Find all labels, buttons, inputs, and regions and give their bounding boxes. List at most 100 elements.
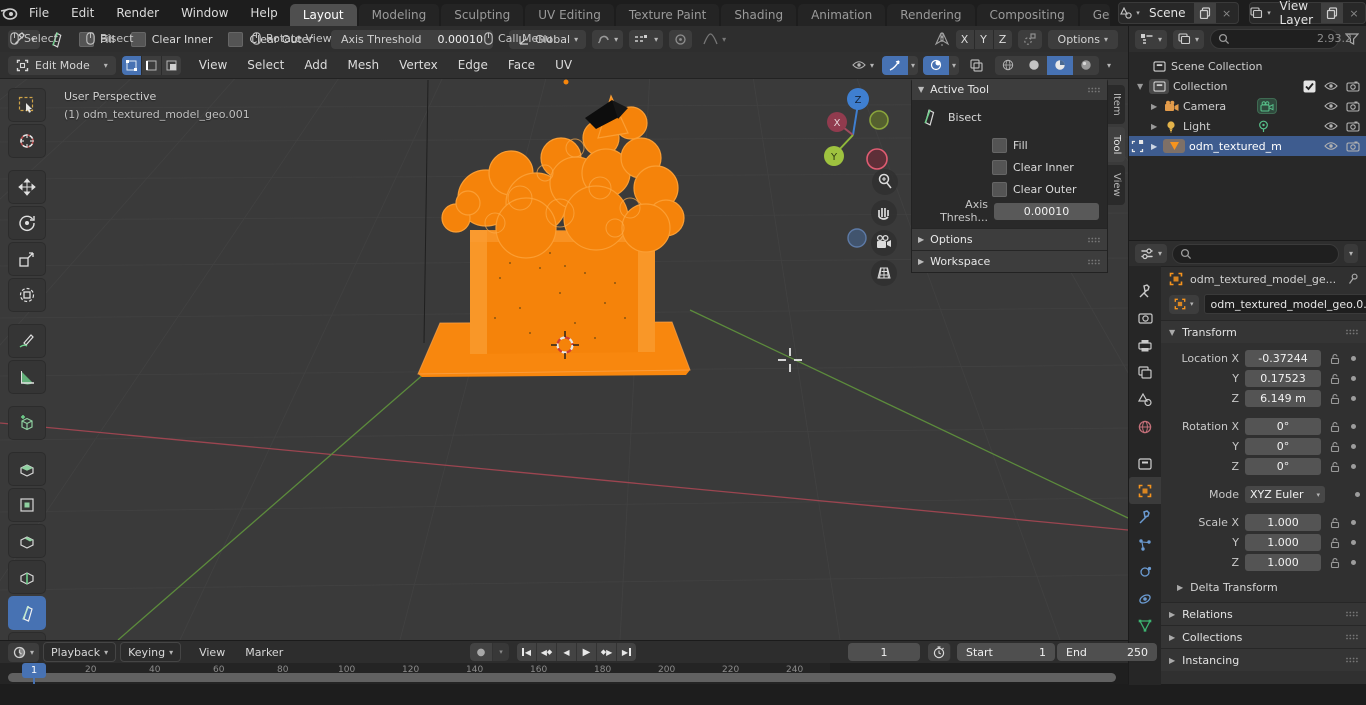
animate-dot[interactable] (1351, 356, 1356, 361)
animate-dot[interactable] (1351, 396, 1356, 401)
menu-render[interactable]: Render (105, 0, 170, 26)
view-layer-name[interactable]: View Layer (1272, 0, 1321, 27)
viewport-menu-face[interactable]: Face (498, 58, 545, 72)
viewport-menu-select[interactable]: Select (237, 58, 294, 72)
sidebar-tab-item[interactable]: Item (1108, 85, 1125, 124)
vertex-select-mode-button[interactable] (122, 56, 142, 75)
animate-dot[interactable] (1351, 520, 1356, 525)
menu-window[interactable]: Window (170, 0, 239, 26)
workspace-tab-sculpting[interactable]: Sculpting (441, 4, 523, 26)
blender-logo-icon[interactable] (0, 5, 18, 21)
gizmo-neg-x-ball[interactable] (867, 149, 887, 169)
timeline-scrollbar[interactable] (8, 673, 1116, 682)
view-layer-new-icon[interactable] (1321, 3, 1343, 23)
axis-threshold-field[interactable]: Axis Threshold 0.00010 (331, 30, 493, 49)
tab-particles[interactable] (1129, 531, 1161, 558)
frame-start-field[interactable]: Start 1 (957, 643, 1055, 661)
snap-settings-dropdown[interactable]: ▾ (629, 30, 663, 49)
shading-rendered-button[interactable] (1073, 56, 1099, 75)
frame-end-field[interactable]: End 250 (1057, 643, 1157, 661)
tab-object[interactable] (1129, 477, 1161, 504)
object-visibility-dropdown[interactable]: ▾ (849, 56, 877, 75)
outliner-label[interactable]: Light (1183, 120, 1210, 133)
scene-new-icon[interactable] (1194, 3, 1216, 23)
rotation-mode-dropdown[interactable]: XYZ Euler▾ (1245, 486, 1325, 503)
checkbox-icon[interactable] (1303, 80, 1316, 93)
tool-transform[interactable] (8, 278, 46, 312)
timeline-ruler[interactable]: 20 40 60 80 100 120 140 160 180 200 220 … (0, 663, 1128, 684)
outliner-filter-image-dropdown[interactable]: ▾ (1173, 30, 1204, 49)
outliner-label[interactable]: Camera (1183, 100, 1226, 113)
jump-to-end-button[interactable]: ▶ (617, 643, 636, 661)
animate-dot[interactable] (1351, 560, 1356, 565)
tool-annotate[interactable] (8, 324, 46, 358)
lock-icon[interactable] (1327, 517, 1343, 529)
edge-select-mode-button[interactable] (142, 56, 162, 75)
axis-thresh-field[interactable]: 0.00010 (994, 203, 1099, 220)
tab-modifiers[interactable] (1129, 504, 1161, 531)
tool-scale[interactable] (8, 242, 46, 276)
panel-grip-icon[interactable] (1087, 259, 1101, 265)
delta-transform-row[interactable]: ▶ Delta Transform (1161, 578, 1366, 597)
shading-dropdown[interactable]: ▾ (1104, 56, 1114, 75)
next-keyframe-button[interactable]: ◆▶ (597, 643, 617, 661)
disclosure-triangle-icon[interactable]: ▼ (1137, 82, 1149, 91)
animate-dot[interactable] (1351, 464, 1356, 469)
menu-help[interactable]: Help (239, 0, 288, 26)
render-visibility-icon[interactable] (1346, 101, 1360, 112)
outliner-display-mode-dropdown[interactable]: ▾ (1135, 30, 1167, 49)
scene-unlink-icon[interactable]: × (1216, 3, 1238, 23)
tool-cursor[interactable] (8, 124, 46, 158)
mode-dropdown[interactable]: Edit Mode ▾ (8, 56, 116, 75)
timeline-menu-marker[interactable]: Marker (235, 646, 293, 659)
tab-view-layer[interactable] (1129, 359, 1161, 386)
shading-solid-button[interactable] (1021, 56, 1047, 75)
active-tool-panel-header[interactable]: ▼ Active Tool (912, 79, 1107, 100)
tool-loop-cut[interactable] (8, 560, 46, 594)
clear-inner-checkbox[interactable]: Clear Inner (131, 32, 213, 47)
tab-scene[interactable] (1129, 386, 1161, 413)
lock-icon[interactable] (1327, 353, 1343, 365)
render-visibility-icon[interactable] (1346, 121, 1360, 132)
options-dropdown[interactable]: Options▾ (1048, 30, 1118, 49)
view-layer-selector[interactable]: ▾ View Layer × (1249, 2, 1366, 24)
tab-collection[interactable] (1129, 450, 1161, 477)
show-gizmos-toggle[interactable] (882, 56, 908, 75)
tab-output[interactable] (1129, 332, 1161, 359)
rotation-y-field[interactable]: 0° (1245, 438, 1321, 455)
view-layer-remove-icon[interactable]: × (1343, 3, 1365, 23)
disclosure-triangle-icon[interactable]: ▶ (1151, 102, 1163, 111)
xray-toggle[interactable] (964, 56, 990, 75)
lock-icon[interactable] (1327, 441, 1343, 453)
outliner-row-collection[interactable]: ▼ Collection (1129, 76, 1366, 96)
object-name-field[interactable]: odm_textured_model_geo.0... (1204, 294, 1366, 314)
proportional-editing-toggle[interactable] (669, 30, 692, 49)
lock-icon[interactable] (1327, 393, 1343, 405)
sidebar-tab-view[interactable]: View (1108, 165, 1125, 205)
instancing-panel-header[interactable]: ▶ Instancing (1161, 648, 1366, 671)
properties-search-input[interactable] (1172, 244, 1339, 264)
tool-add-cube[interactable] (8, 406, 46, 440)
tool-move[interactable] (8, 170, 46, 204)
location-y-field[interactable]: 0.17523 (1245, 370, 1321, 387)
collections-panel-header[interactable]: ▶ Collections (1161, 625, 1366, 648)
mirror-x-button[interactable]: X (956, 30, 975, 49)
workspace-tab-geometry-nodes[interactable]: Geometry Nod (1080, 4, 1110, 26)
npanel-clear-inner-checkbox[interactable]: Clear Inner (912, 156, 1107, 178)
gizmos-dropdown[interactable]: ▾ (908, 56, 918, 75)
play-button[interactable]: ▶ (577, 643, 597, 661)
tab-object-data[interactable] (1129, 612, 1161, 639)
panel-grip-icon[interactable] (1087, 87, 1101, 93)
tab-render[interactable] (1129, 305, 1161, 332)
jump-to-start-button[interactable]: ◀ (517, 643, 537, 661)
hide-eye-icon[interactable] (1324, 141, 1338, 151)
tool-extrude-region[interactable] (8, 452, 46, 486)
hide-eye-icon[interactable] (1324, 121, 1338, 131)
playback-dropdown[interactable]: Playback▾ (43, 642, 116, 662)
workspace-tab-layout[interactable]: Layout (290, 4, 357, 26)
shading-wireframe-button[interactable] (995, 56, 1021, 75)
lock-icon[interactable] (1327, 557, 1343, 569)
disclosure-triangle-icon[interactable]: ▶ (1151, 142, 1163, 151)
mirror-z-button[interactable]: Z (994, 30, 1012, 49)
animate-dot[interactable] (1351, 444, 1356, 449)
